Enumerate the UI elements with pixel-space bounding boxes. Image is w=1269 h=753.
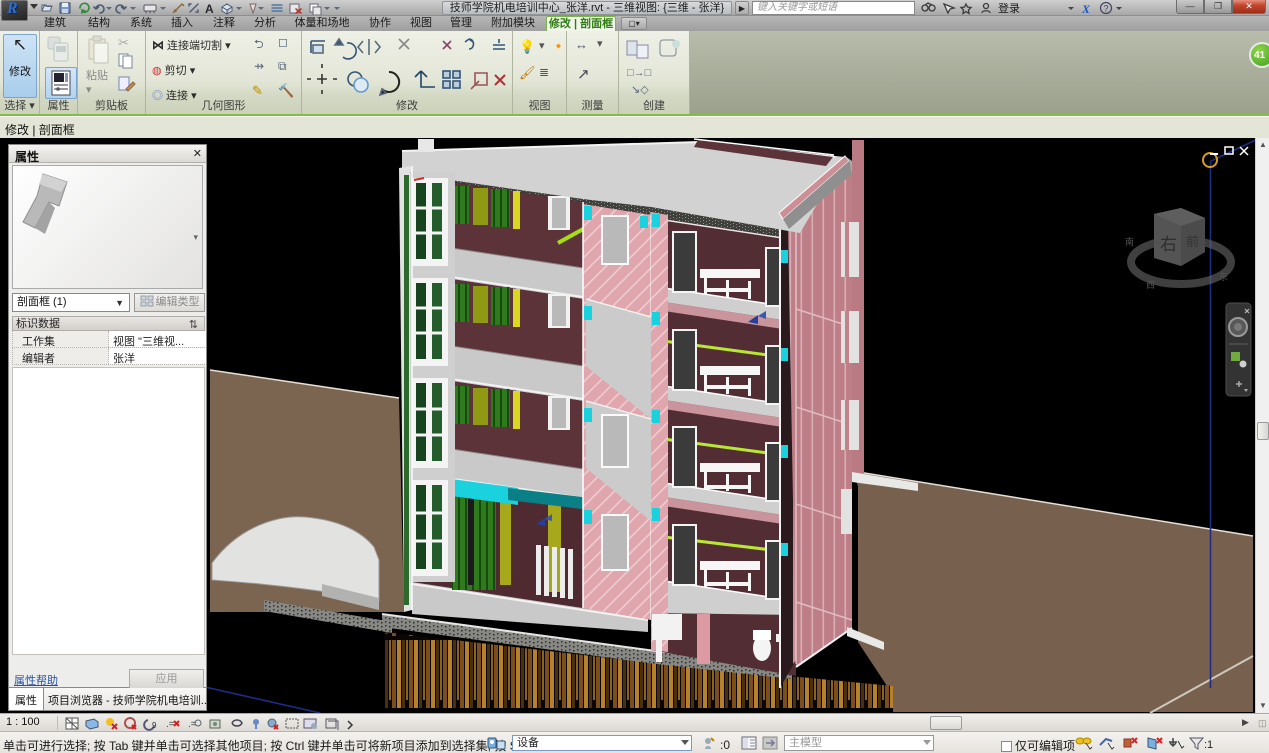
svg-text:登录: 登录 — [998, 1, 1020, 15]
svg-text:西: 西 — [1146, 280, 1155, 290]
svg-text:南: 南 — [1125, 236, 1134, 247]
svg-text:前: 前 — [1186, 234, 1199, 249]
svg-text:X: X — [1081, 2, 1091, 15]
svg-text:东: 东 — [1219, 271, 1228, 282]
svg-text:9: 9 — [152, 721, 157, 730]
svg-text:A: A — [205, 2, 214, 15]
svg-text:?: ? — [1104, 4, 1109, 14]
svg-text:右: 右 — [1160, 235, 1177, 254]
svg-text:.=: .= — [166, 719, 175, 730]
